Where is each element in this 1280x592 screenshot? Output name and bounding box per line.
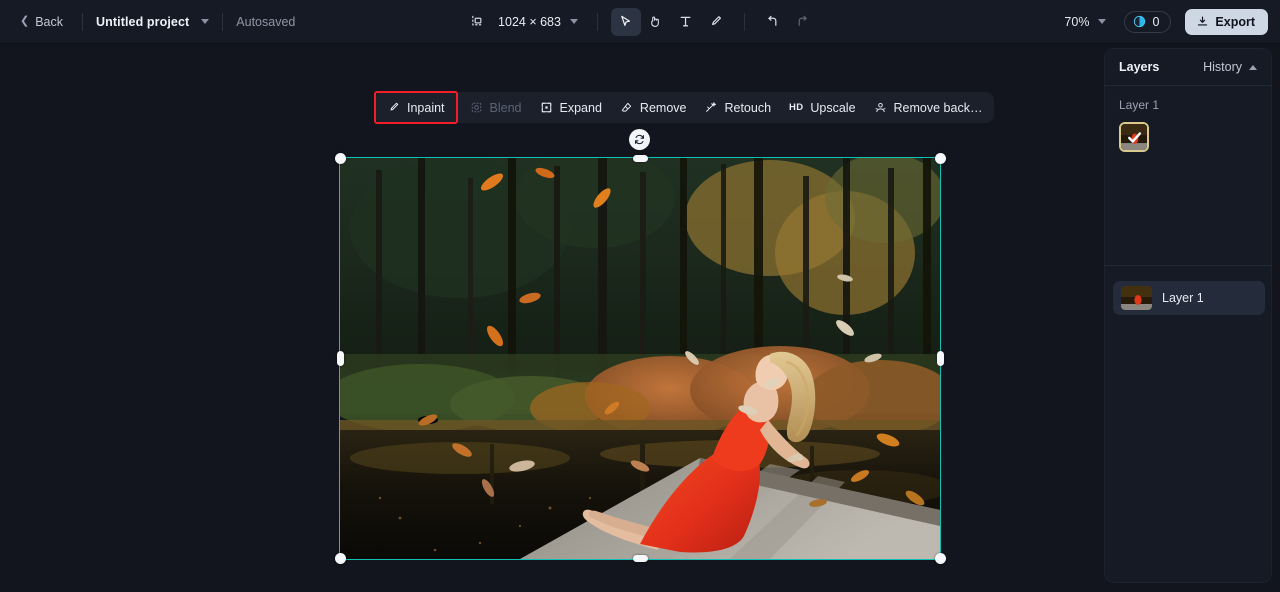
chevron-up-icon	[1249, 64, 1257, 70]
credits-badge[interactable]: 0	[1124, 10, 1172, 33]
image-actions-toolbar: Inpaint Blend Expand Remove Retouch HD U…	[375, 92, 995, 123]
divider	[596, 12, 598, 31]
expand-icon	[541, 102, 551, 113]
back-button[interactable]: ❮ Back	[14, 11, 69, 33]
toolbar-item-retouch[interactable]: Retouch	[695, 95, 780, 120]
resize-handle-top-right[interactable]	[935, 153, 946, 164]
canvas-size-value: 1024 × 683	[498, 14, 561, 29]
top-bar: ❮ Back Untitled project Autosaved 1024 ×…	[0, 0, 1280, 44]
resize-handle-left[interactable]	[337, 351, 344, 366]
zoom-selector[interactable]: 70%	[1060, 11, 1110, 33]
toolbar-item-expand[interactable]: Expand	[531, 95, 611, 120]
blend-icon	[471, 102, 481, 113]
history-section: Layer 1	[1105, 86, 1271, 152]
project-name[interactable]: Untitled project	[96, 15, 189, 29]
resize-handle-bottom-right[interactable]	[935, 553, 946, 564]
top-bar-left: ❮ Back Untitled project Autosaved	[0, 11, 295, 33]
credits-count: 0	[1152, 14, 1160, 29]
divider	[1105, 265, 1271, 266]
toolbar-item-remove-background[interactable]: Remove back…	[865, 95, 992, 120]
select-tool[interactable]	[610, 7, 641, 36]
rotate-handle[interactable]	[629, 129, 650, 150]
text-tool[interactable]	[671, 8, 701, 36]
credit-token-icon	[1134, 15, 1146, 28]
canvas-area[interactable]: Inpaint Blend Expand Remove Retouch HD U…	[0, 44, 1280, 592]
resize-handle-bottom-left[interactable]	[335, 553, 346, 564]
divider	[82, 12, 84, 31]
toolbar-item-label: Upscale	[810, 100, 856, 115]
history-thumbnail[interactable]	[1119, 122, 1149, 152]
history-group-label: Layer 1	[1119, 98, 1160, 112]
canvas-image[interactable]	[340, 158, 940, 559]
artboard-icon	[462, 8, 492, 36]
undo-button[interactable]	[758, 8, 788, 36]
divider	[743, 12, 745, 31]
remove-background-icon	[874, 102, 886, 113]
toolbar-item-label: Blend	[489, 100, 522, 115]
retouch-wand-icon	[706, 102, 717, 112]
layers-panel: Layers History Layer 1 Layer 1	[1104, 48, 1272, 583]
layer-thumbnail	[1121, 286, 1152, 310]
download-icon	[1198, 16, 1208, 26]
tab-history[interactable]: History	[1203, 60, 1257, 74]
zoom-level-value: 70%	[1064, 14, 1090, 29]
toolbar-item-inpaint[interactable]: Inpaint	[378, 95, 454, 120]
rotate-icon	[634, 134, 645, 145]
layer-name: Layer 1	[1162, 291, 1204, 305]
resize-handle-right[interactable]	[937, 351, 944, 366]
divider	[222, 12, 224, 31]
app-root: ❮ Back Untitled project Autosaved 1024 ×…	[0, 0, 1280, 592]
chevron-left-icon: ❮	[20, 15, 30, 27]
chevron-down-icon	[1098, 19, 1107, 24]
brush-icon	[390, 102, 399, 111]
chevron-down-icon[interactable]	[201, 19, 210, 24]
toolbar-item-label: Retouch	[724, 100, 772, 115]
brush-tool[interactable]	[701, 8, 731, 36]
toolbar-item-label: Remove	[639, 100, 687, 115]
back-button-label: Back	[35, 14, 64, 29]
resize-handle-top[interactable]	[633, 155, 648, 162]
canvas-size-selector[interactable]: 1024 × 683	[492, 11, 584, 33]
resize-handle-top-left[interactable]	[335, 153, 346, 164]
tab-layers[interactable]: Layers	[1119, 60, 1159, 74]
autosaved-status: Autosaved	[236, 14, 296, 29]
toolbar-item-label: Expand	[559, 100, 602, 115]
layer-list-item[interactable]: Layer 1	[1113, 281, 1265, 315]
toolbar-item-blend[interactable]: Blend	[461, 95, 531, 120]
export-button-label: Export	[1215, 14, 1255, 29]
check-icon	[1121, 124, 1147, 150]
eraser-icon	[621, 102, 632, 112]
export-button[interactable]: Export	[1185, 8, 1268, 35]
redo-button[interactable]	[788, 8, 818, 36]
chevron-down-icon	[569, 19, 578, 24]
tab-history-label: History	[1203, 60, 1242, 74]
divider	[456, 99, 458, 116]
top-bar-center: 1024 × 683	[462, 7, 818, 36]
hand-tool[interactable]	[641, 8, 671, 36]
toolbar-item-label: Remove back…	[893, 100, 983, 115]
hd-icon: HD	[789, 102, 804, 113]
top-bar-right: 70% 0 Export	[1060, 8, 1268, 35]
resize-handle-bottom[interactable]	[633, 555, 648, 562]
toolbar-item-upscale[interactable]: HD Upscale	[780, 95, 865, 120]
layers-panel-header: Layers History	[1105, 49, 1271, 86]
image-canvas-frame[interactable]	[339, 157, 941, 560]
toolbar-item-label: Inpaint	[407, 100, 445, 115]
toolbar-item-remove[interactable]: Remove	[611, 95, 696, 120]
